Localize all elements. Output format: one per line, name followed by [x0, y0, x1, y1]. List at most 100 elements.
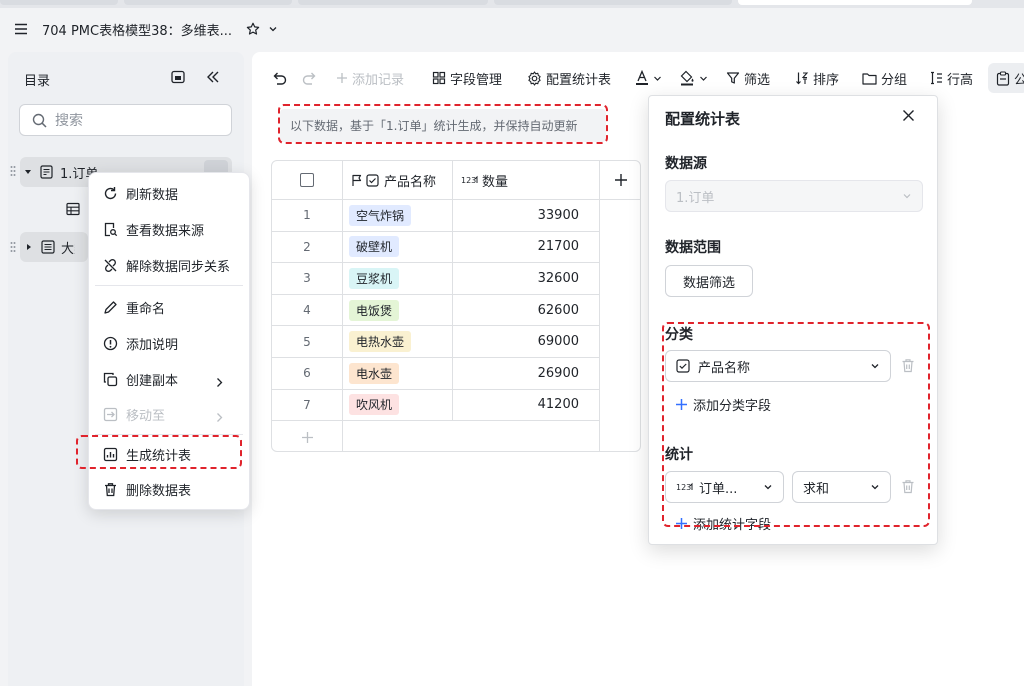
collapse-panel-icon[interactable]	[171, 70, 185, 84]
trash-icon[interactable]	[901, 479, 915, 494]
menu-item-unlink-sync[interactable]: 解除数据同步关系	[89, 248, 249, 282]
product-cell[interactable]: 豆浆机	[343, 263, 453, 295]
stats-aggregation-select[interactable]: 求和	[792, 471, 891, 503]
browser-tab-strip	[0, 0, 1024, 8]
table-sync-icon	[40, 165, 54, 179]
add-stats-field-button[interactable]: 添加统计字段	[675, 514, 771, 533]
product-cell[interactable]: 破壁机	[343, 231, 453, 264]
add-category-field-button[interactable]: 添加分类字段	[675, 395, 771, 414]
row-index[interactable]: 5	[272, 326, 343, 358]
column-header-label: 产品名称	[384, 174, 437, 190]
chevron-right-icon	[210, 408, 228, 426]
row-index[interactable]: 2	[272, 231, 343, 264]
quantity-cell[interactable]: 26900	[453, 358, 600, 390]
menu-item-label: 刷新数据	[126, 187, 179, 203]
stats-field-select[interactable]: 123 订单...	[665, 471, 784, 503]
data-filter-button[interactable]: 数据筛选	[665, 265, 753, 297]
stats-aggregation-value: 求和	[803, 481, 830, 497]
menu-divider	[95, 285, 243, 286]
sort-label: 排序	[813, 72, 840, 88]
chevron-down-icon[interactable]	[268, 25, 278, 33]
select-all-checkbox[interactable]	[300, 173, 314, 187]
sort-icon	[795, 71, 809, 85]
quantity-cell[interactable]: 33900	[453, 200, 600, 232]
row-index[interactable]: 6	[272, 358, 343, 390]
category-label: 分类	[665, 327, 693, 343]
field-manage-button[interactable]: 字段管理	[432, 66, 502, 90]
star-icon[interactable]	[246, 22, 260, 36]
menu-item-label: 查看数据来源	[126, 223, 205, 239]
product-cell[interactable]: 吹风机	[343, 389, 453, 422]
row-height-button[interactable]: 行高	[929, 66, 973, 90]
trash-icon	[101, 480, 119, 498]
column-header-product[interactable]: 产品名称	[343, 161, 453, 200]
menu-item-move-to[interactable]: 移动至	[89, 397, 249, 431]
menu-item-refresh[interactable]: 刷新数据	[89, 176, 249, 210]
select-all-cell[interactable]	[272, 161, 343, 200]
add-row-filler[interactable]	[343, 421, 600, 451]
product-tag: 电热水壶	[349, 331, 412, 353]
quantity-cell[interactable]: 32600	[453, 263, 600, 295]
menu-item-delete-table[interactable]: 删除数据表	[89, 472, 249, 506]
product-cell[interactable]: 电热水壶	[343, 326, 453, 358]
menu-item-generate-stats[interactable]: 生成统计表	[89, 437, 249, 471]
data-grid: 产品名称 123 数量 1 空气炸锅 33900 2 破壁机 21700 3 豆浆机 32600…	[271, 160, 641, 452]
quantity-cell[interactable]: 41200	[453, 389, 600, 422]
product-cell[interactable]: 电饭煲	[343, 294, 453, 327]
drag-handle-icon[interactable]	[10, 241, 16, 253]
menu-icon[interactable]	[14, 23, 28, 35]
browser-tab[interactable]	[494, 0, 732, 5]
quantity-cell[interactable]: 69000	[453, 326, 600, 358]
double-chevron-left-icon[interactable]	[205, 69, 221, 85]
redo-icon[interactable]	[302, 66, 318, 90]
menu-item-view-source[interactable]: 查看数据来源	[89, 212, 249, 246]
row-index[interactable]: 3	[272, 263, 343, 295]
browser-tab-active[interactable]	[738, 0, 972, 5]
sort-button[interactable]: 排序	[795, 66, 839, 90]
browser-tab[interactable]	[298, 0, 488, 5]
category-field-select[interactable]: 产品名称	[665, 350, 891, 382]
menu-item-duplicate[interactable]: 创建副本	[89, 362, 249, 396]
product-cell[interactable]: 电水壶	[343, 358, 453, 390]
browser-tab[interactable]	[124, 0, 292, 5]
text-color-button[interactable]	[635, 66, 666, 90]
group-button[interactable]: 分组	[862, 66, 907, 90]
datasource-select[interactable]: 1.订单	[665, 180, 923, 212]
number-field-icon: 123	[676, 481, 694, 493]
single-select-field-icon	[676, 359, 690, 373]
stats-label: 统计	[665, 447, 693, 463]
caret-right-icon[interactable]	[25, 243, 33, 251]
panel-title: 配置统计表	[665, 110, 741, 128]
trash-icon[interactable]	[901, 358, 915, 373]
row-index[interactable]: 7	[272, 389, 343, 422]
row-index[interactable]: 1	[272, 200, 343, 232]
range-label: 数据范围	[665, 240, 721, 256]
quantity-cell[interactable]: 62600	[453, 294, 600, 327]
caret-down-icon[interactable]	[24, 168, 32, 176]
add-stats-label: 添加统计字段	[693, 518, 772, 533]
folder-icon	[862, 72, 877, 85]
quantity-cell[interactable]: 21700	[453, 231, 600, 264]
config-stats-button[interactable]: 配置统计表	[527, 66, 611, 90]
undo-icon[interactable]	[271, 66, 287, 90]
row-index[interactable]: 4	[272, 294, 343, 327]
add-row-button[interactable]	[272, 421, 343, 451]
filter-button[interactable]: 筛选	[726, 66, 770, 90]
close-icon[interactable]	[902, 109, 915, 122]
sidebar-item-category[interactable]: 大类	[20, 232, 88, 262]
search-input[interactable]: 搜索	[19, 104, 232, 136]
grid-view-icon[interactable]	[66, 202, 80, 216]
plus-icon	[336, 72, 348, 84]
fill-color-button[interactable]	[680, 66, 712, 90]
add-column-button[interactable]	[600, 161, 640, 200]
drag-handle-icon[interactable]	[10, 165, 16, 177]
datasource-label: 数据源	[665, 156, 707, 172]
add-record-button[interactable]: 添加记录	[336, 66, 404, 90]
document-search-icon	[101, 220, 119, 238]
column-header-quantity[interactable]: 123 数量	[453, 161, 600, 200]
product-cell[interactable]: 空气炸锅	[343, 200, 453, 232]
menu-item-rename[interactable]: 重命名	[89, 290, 249, 324]
browser-tab[interactable]	[0, 0, 118, 5]
menu-item-add-description[interactable]: 添加说明	[89, 326, 249, 360]
product-tag: 电水壶	[349, 362, 400, 384]
